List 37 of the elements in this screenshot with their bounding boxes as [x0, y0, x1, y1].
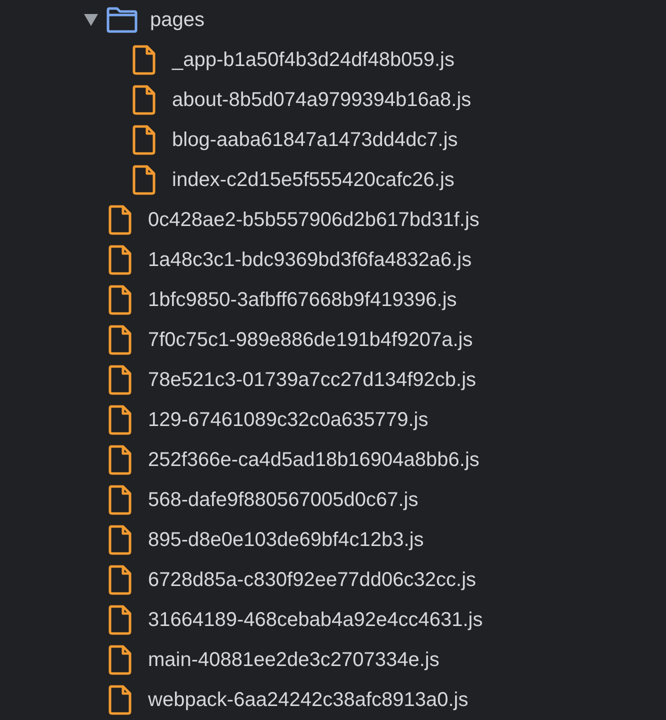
file-icon — [132, 45, 156, 75]
file-name[interactable]: 78e521c3-01739a7cc27d134f92cb.js — [148, 368, 476, 392]
file-name[interactable]: 129-67461089c32c0a635779.js — [148, 408, 428, 432]
file-icon — [132, 165, 156, 195]
file-icon — [108, 645, 132, 675]
file-icon — [108, 525, 132, 555]
file-name[interactable]: 895-d8e0e103de69bf4c12b3.js — [148, 528, 424, 552]
file-icon — [108, 205, 132, 235]
file-name[interactable]: 568-dafe9f880567005d0c67.js — [148, 488, 418, 512]
file-name[interactable]: _app-b1a50f4b3d24df48b059.js — [172, 48, 454, 72]
file-name[interactable]: 0c428ae2-b5b557906d2b617bd31f.js — [148, 208, 480, 232]
file-icon — [108, 285, 132, 315]
file-name[interactable]: 7f0c75c1-989e886de191b4f9207a.js — [148, 328, 473, 352]
file-icon — [108, 605, 132, 635]
file-icon — [108, 405, 132, 435]
file-icon — [108, 565, 132, 595]
file-name[interactable]: blog-aaba61847a1473dd4dc7.js — [172, 128, 458, 152]
folder-icon — [106, 7, 138, 33]
file-name[interactable]: 1a48c3c1-bdc9369bd3f6fa4832a6.js — [148, 248, 472, 272]
file-icon — [132, 125, 156, 155]
file-name[interactable]: 31664189-468cebab4a92e4cc4631.js — [148, 608, 483, 632]
file-icon — [108, 445, 132, 475]
disclosure-triangle-icon[interactable] — [84, 14, 98, 26]
file-name[interactable]: 1bfc9850-3afbff67668b9f419396.js — [148, 288, 457, 312]
file-name[interactable]: index-c2d15e5f555420cafc26.js — [172, 168, 454, 192]
file-icon — [108, 325, 132, 355]
file-name[interactable]: 6728d85a-c830f92ee77dd06c32cc.js — [148, 568, 476, 592]
file-icon — [108, 245, 132, 275]
file-name[interactable]: webpack-6aa24242c38afc8913a0.js — [148, 688, 468, 712]
file-name[interactable]: main-40881ee2de3c2707334e.js — [148, 648, 440, 672]
file-name[interactable]: about-8b5d074a9799394b16a8.js — [172, 88, 472, 112]
file-icon — [108, 485, 132, 515]
file-icon — [108, 685, 132, 715]
file-icon — [132, 85, 156, 115]
file-icon — [108, 365, 132, 395]
file-name[interactable]: pages — [150, 8, 204, 32]
file-name[interactable]: 252f366e-ca4d5ad18b16904a8bb6.js — [148, 448, 480, 472]
